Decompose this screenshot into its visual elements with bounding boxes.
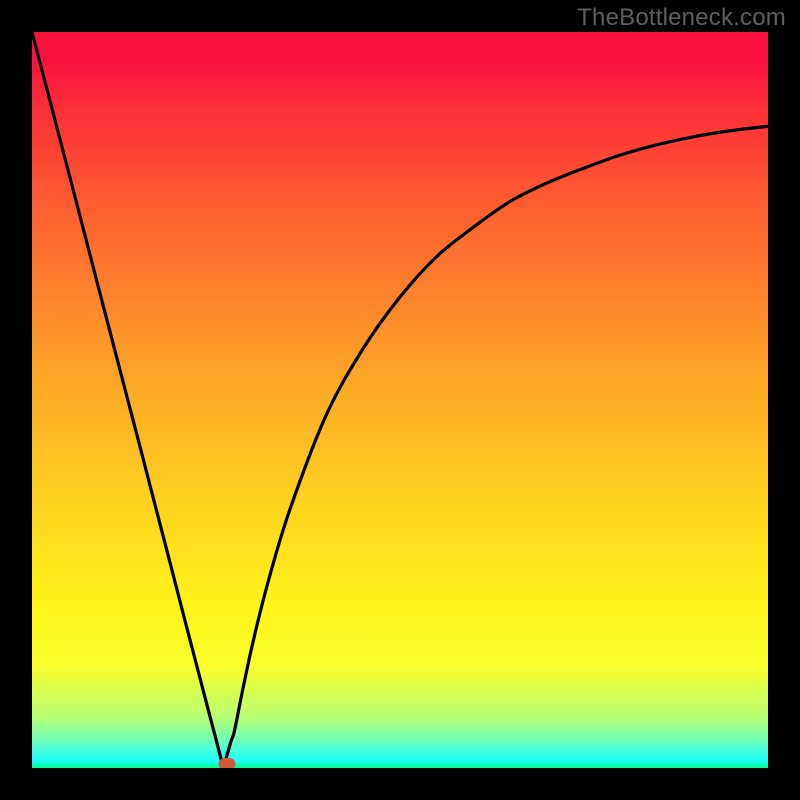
minimum-marker [219, 758, 236, 768]
bottleneck-curve [32, 32, 768, 768]
chart-frame: TheBottleneck.com [0, 0, 800, 800]
watermark-text: TheBottleneck.com [577, 4, 786, 32]
plot-area [32, 32, 768, 768]
